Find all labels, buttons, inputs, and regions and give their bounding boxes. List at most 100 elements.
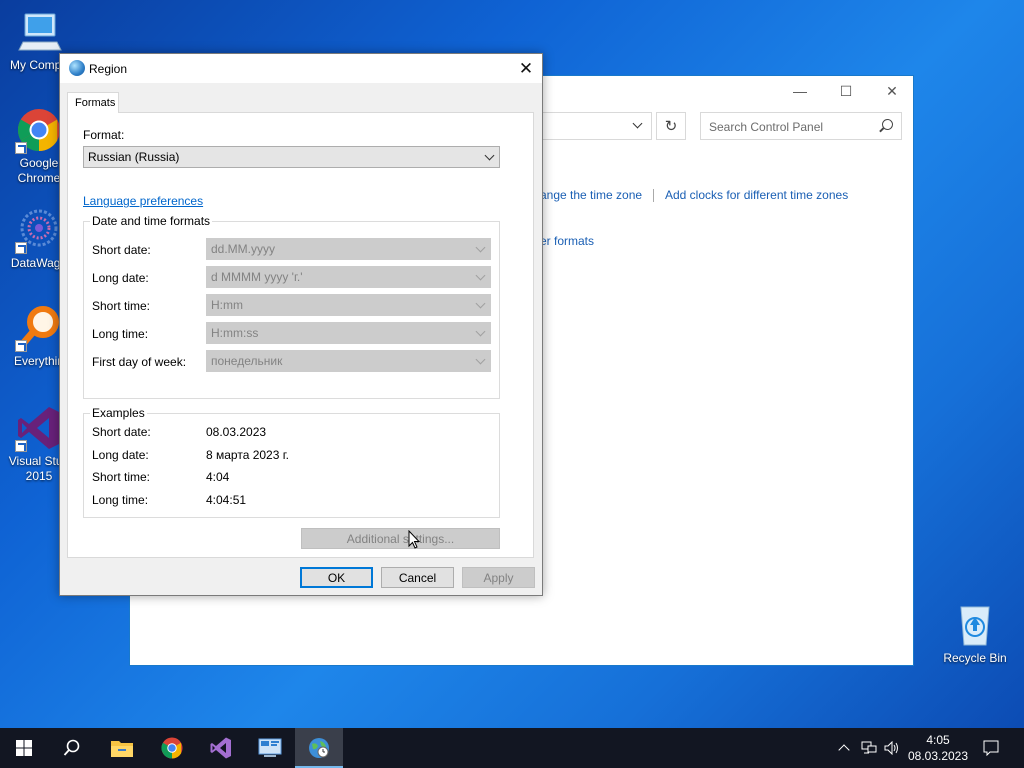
apply-button[interactable]: Apply: [462, 567, 535, 588]
everything-search-icon: [15, 304, 63, 352]
file-explorer-icon: [111, 741, 133, 757]
clock-date: 08.03.2023: [907, 749, 969, 763]
taskbar: 4:05 08.03.2023: [0, 728, 1024, 768]
short-time-label: Short time:: [92, 299, 151, 313]
desktop-icon-recycle-bin[interactable]: Recycle Bin: [936, 601, 1014, 666]
taskbar-search-button[interactable]: [48, 728, 96, 768]
chevron-down-icon: [475, 242, 486, 253]
refresh-button[interactable]: ↻: [656, 112, 686, 140]
region-dialog[interactable]: Region ✕ Formats Format: Russian (Russia…: [59, 53, 543, 596]
examples-group: Examples Short date: 08.03.2023 Long dat…: [83, 406, 500, 518]
example-short-time-value: 4:04: [206, 470, 230, 484]
notification-icon: [983, 740, 999, 756]
taskbar-control-panel[interactable]: [246, 728, 294, 768]
example-short-time-label: Short time:: [92, 470, 151, 484]
network-button[interactable]: [858, 728, 880, 768]
divider: [653, 189, 654, 202]
chevron-down-icon: [484, 150, 495, 161]
clock-time: 4:05: [926, 733, 950, 747]
short-time-select[interactable]: H:mm: [206, 294, 491, 316]
region-icon: [309, 738, 329, 758]
search-placeholder: Search Control Panel: [709, 120, 824, 134]
format-label: Format:: [83, 128, 125, 142]
action-center-button[interactable]: [978, 728, 1004, 768]
ok-button[interactable]: OK: [300, 567, 373, 588]
search-icon[interactable]: [882, 119, 893, 130]
first-day-select[interactable]: понедельник: [206, 350, 491, 372]
taskbar-region[interactable]: [295, 728, 343, 768]
long-time-value: H:mm:ss: [211, 326, 259, 340]
chevron-down-icon: [475, 354, 486, 365]
control-panel-icon: [258, 738, 282, 757]
address-bar[interactable]: [540, 112, 652, 140]
long-date-select[interactable]: d MMMM yyyy 'г.': [206, 266, 491, 288]
long-time-select[interactable]: H:mm:ss: [206, 322, 491, 344]
start-button[interactable]: [0, 728, 48, 768]
language-preferences-link[interactable]: Language preferences: [83, 194, 203, 208]
minimize-button[interactable]: —: [777, 76, 823, 106]
chevron-up-icon: [838, 744, 850, 756]
close-icon: ✕: [518, 58, 534, 78]
chevron-down-icon: [475, 298, 486, 309]
short-date-label: Short date:: [92, 243, 151, 257]
close-button[interactable]: ✕: [869, 76, 915, 106]
datetime-formats-group: Date and time formats Short date: dd.MM.…: [83, 214, 500, 399]
volume-icon: [884, 741, 898, 755]
datawago-icon: [15, 206, 63, 254]
short-date-select[interactable]: dd.MM.yyyy: [206, 238, 491, 260]
region-globe-icon: [69, 60, 85, 76]
search-icon: [63, 739, 80, 756]
taskbar-clock[interactable]: 4:05 08.03.2023: [900, 732, 976, 764]
long-time-label: Long time:: [92, 327, 149, 341]
change-formats-link[interactable]: er formats: [540, 234, 594, 248]
tab-formats[interactable]: Formats: [67, 92, 119, 113]
refresh-icon: ↻: [664, 118, 678, 135]
shortcut-arrow-icon: [15, 340, 27, 352]
add-clocks-link[interactable]: Add clocks for different time zones: [665, 188, 848, 202]
short-time-value: H:mm: [211, 298, 243, 312]
start-icon: [16, 740, 32, 756]
additional-settings-button[interactable]: Additional settings...: [301, 528, 500, 549]
dialog-titlebar[interactable]: Region ✕: [60, 54, 542, 83]
cancel-button[interactable]: Cancel: [381, 567, 454, 588]
example-long-date-label: Long date:: [92, 448, 149, 462]
format-select-value: Russian (Russia): [88, 150, 180, 164]
chrome-icon: [15, 106, 63, 154]
first-day-label: First day of week:: [92, 355, 187, 369]
example-long-date-value: 8 марта 2023 г.: [206, 448, 289, 462]
volume-button[interactable]: [882, 728, 902, 768]
network-icon: [861, 741, 877, 754]
format-select[interactable]: Russian (Russia): [83, 146, 500, 168]
chrome-icon: [161, 737, 183, 759]
shortcut-arrow-icon: [15, 242, 27, 254]
visual-studio-icon: [210, 737, 231, 759]
example-short-date-value: 08.03.2023: [206, 425, 267, 439]
datetime-group-title: Date and time formats: [90, 214, 213, 228]
maximize-button[interactable]: ☐: [823, 76, 869, 106]
example-short-date-label: Short date:: [92, 425, 151, 439]
examples-group-title: Examples: [90, 406, 147, 420]
change-time-zone-link[interactable]: ange the time zone: [540, 188, 642, 202]
shortcut-arrow-icon: [15, 440, 27, 452]
long-date-value: d MMMM yyyy 'г.': [211, 270, 303, 284]
desktop-icon-label: Recycle Bin: [943, 651, 1007, 665]
example-long-time-label: Long time:: [92, 493, 149, 507]
search-input[interactable]: Search Control Panel: [700, 112, 902, 140]
taskbar-visual-studio[interactable]: [197, 728, 245, 768]
visual-studio-icon: [15, 404, 63, 452]
chevron-down-icon: [475, 326, 486, 337]
formats-tab-page: Format: Russian (Russia) Language prefer…: [67, 112, 534, 558]
computer-icon: [15, 8, 63, 56]
short-date-value: dd.MM.yyyy: [211, 242, 276, 256]
taskbar-file-explorer[interactable]: [98, 728, 146, 768]
long-date-label: Long date:: [92, 271, 149, 285]
chevron-down-icon: [475, 270, 486, 281]
mouse-cursor-icon: [408, 530, 420, 549]
chevron-down-icon[interactable]: [632, 118, 643, 129]
recycle-bin-icon: [951, 601, 999, 649]
close-button[interactable]: ✕: [510, 54, 542, 83]
show-hidden-icons-button[interactable]: [834, 728, 854, 768]
shortcut-arrow-icon: [15, 142, 27, 154]
example-long-time-value: 4:04:51: [206, 493, 247, 507]
taskbar-chrome[interactable]: [148, 728, 196, 768]
